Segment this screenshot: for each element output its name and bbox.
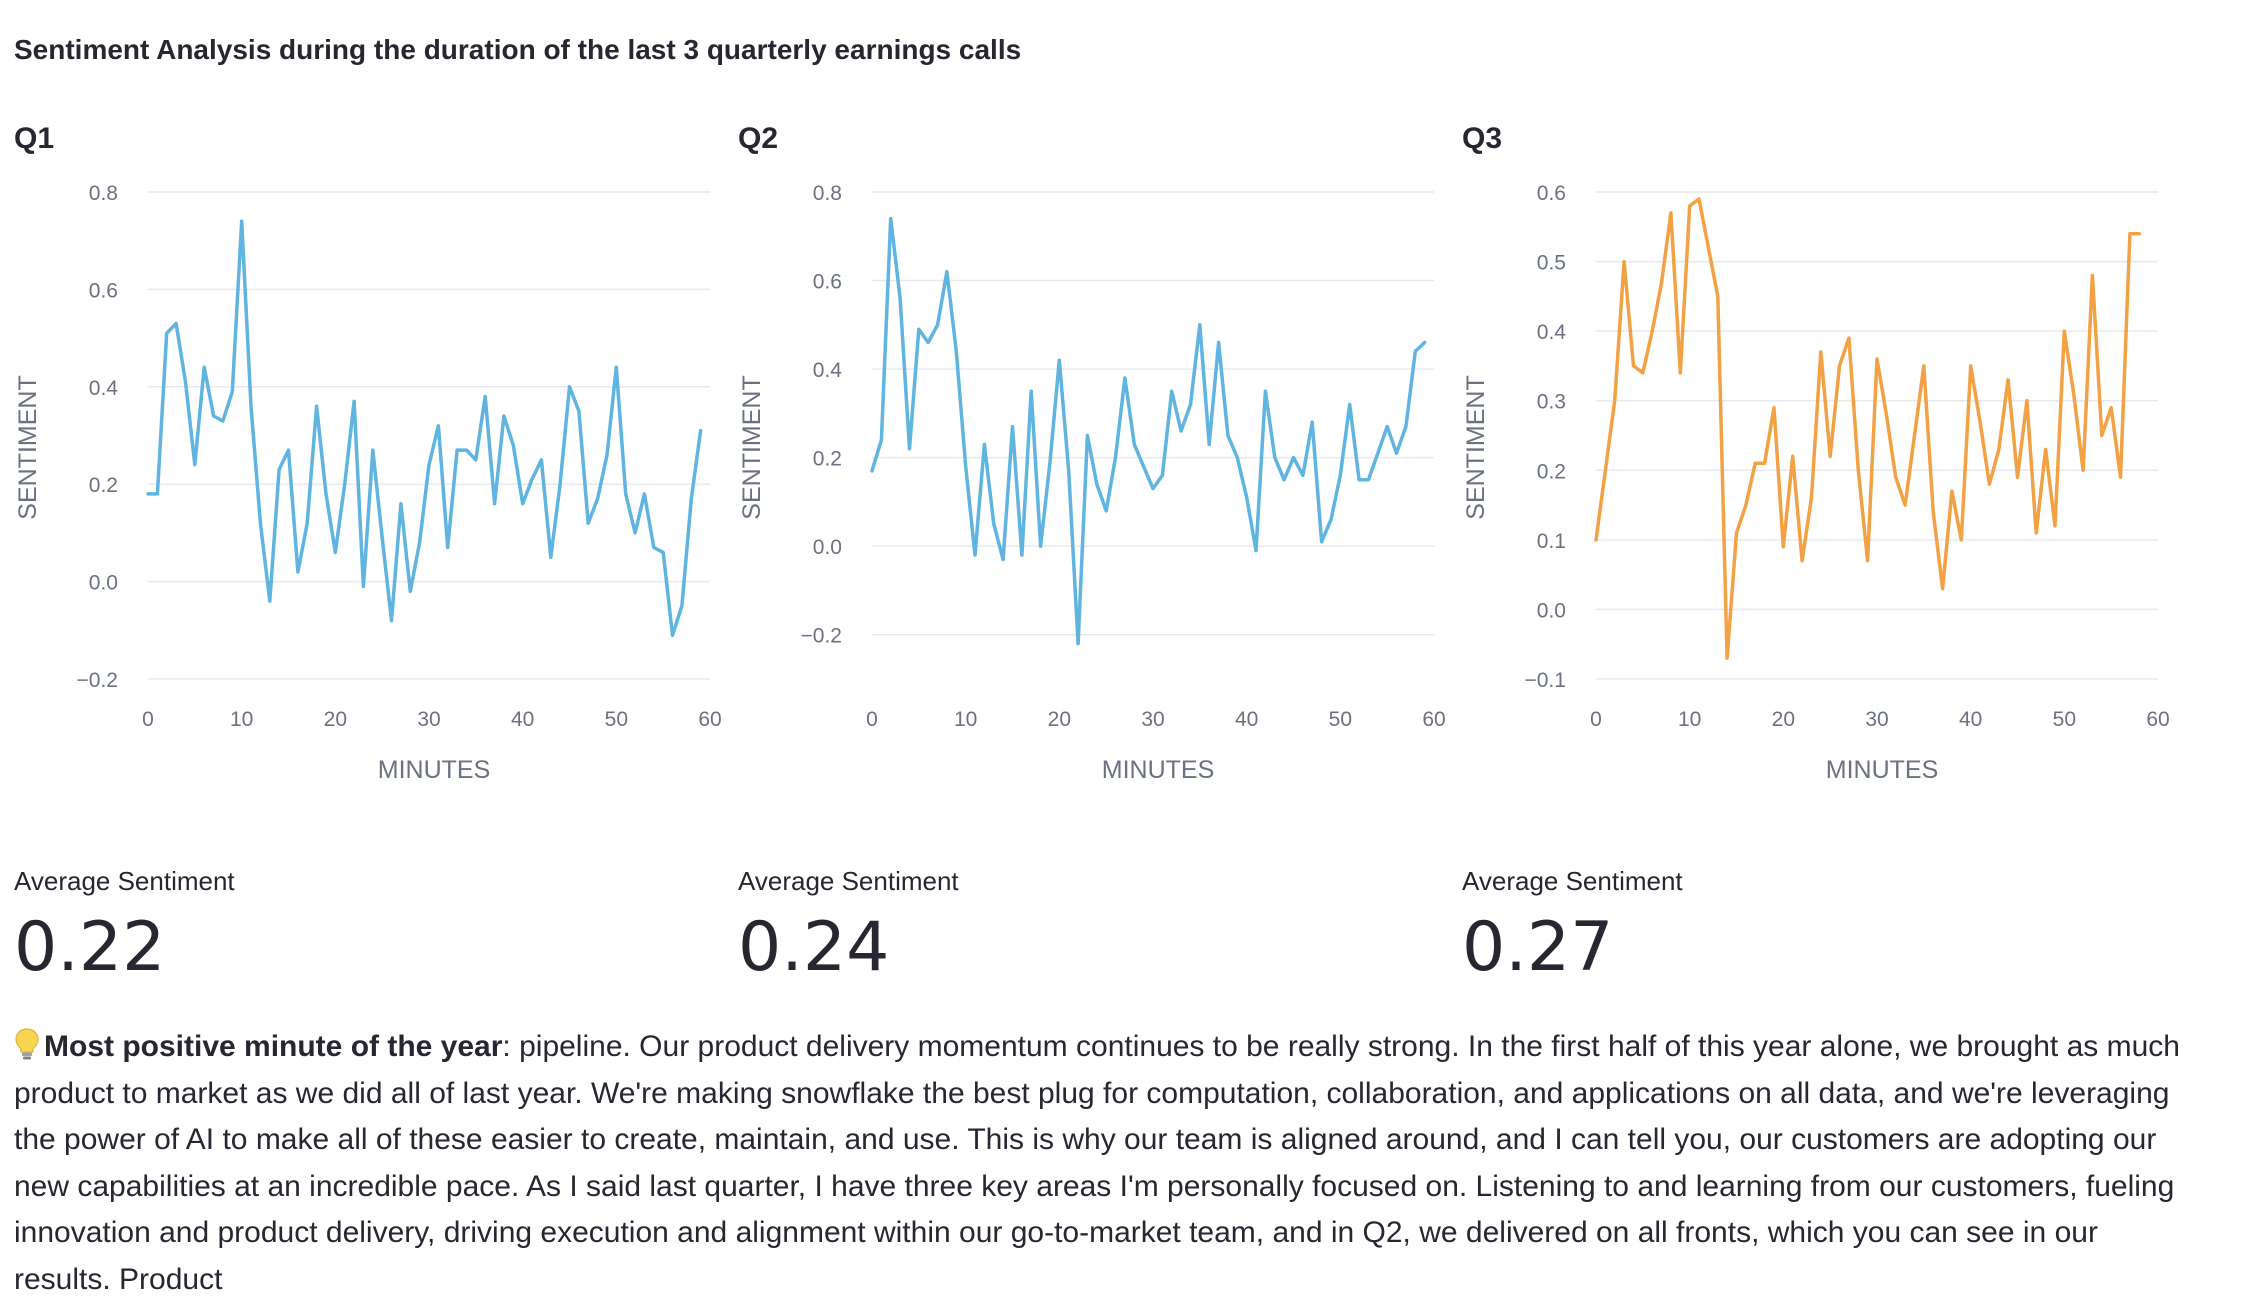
x-tick-label: 30 <box>1865 708 1888 731</box>
x-tick-label: 60 <box>1422 708 1445 731</box>
x-tick-label: 50 <box>2053 708 2076 731</box>
y-tick-label: 0.0 <box>89 572 118 595</box>
quarter-label: Q1 <box>14 122 55 155</box>
average-sentiment-value: 0.27 <box>1462 908 1614 987</box>
y-tick-label: 0.4 <box>1537 321 1567 344</box>
sentiment-chart-q3: −0.1 0.0 0.1 0.2 0.3 0.4 0.5 0.6 0 10 20 30 40 50 60 MI… <box>1462 182 2170 784</box>
y-tick-label: 0.6 <box>813 271 842 294</box>
x-tick-label: 60 <box>2146 708 2169 731</box>
y-tick-label: 0.0 <box>813 536 842 559</box>
x-tick-label: 60 <box>698 708 721 731</box>
y-tick-label: 0.4 <box>813 359 843 382</box>
sentiment-chart-q2: −0.2 0.0 0.2 0.4 0.6 0.8 0 10 20 30 40 50 60 MINUTES S… <box>738 182 1446 784</box>
y-tick-label: 0.2 <box>89 474 118 497</box>
x-tick-label: 10 <box>230 708 253 731</box>
y-axis-label: SENTIMENT <box>14 375 42 519</box>
x-tick-label: 50 <box>1329 708 1352 731</box>
page-title: Sentiment Analysis during the duration o… <box>14 34 1022 65</box>
y-tick-label: 0.6 <box>89 279 118 302</box>
lightbulb-icon <box>14 1024 44 1071</box>
x-tick-label: 20 <box>1772 708 1795 731</box>
sentiment-series-line <box>1594 197 2142 660</box>
y-tick-label: 0.5 <box>1537 252 1566 275</box>
x-tick-label: 40 <box>511 708 534 731</box>
x-tick-label: 0 <box>142 708 154 731</box>
sentiment-chart-q1: −0.2 0.0 0.2 0.4 0.6 0.8 0 10 20 30 40 50 60 MINUTES S… <box>14 182 722 784</box>
insight-text: : pipeline. Our product delivery momentu… <box>14 1030 2180 1296</box>
chart-panel-q3: Q3 −0.1 0.0 0.1 0.2 0.3 0.4 0.5 0.6 0 10 20 30 40 50 6… <box>1462 118 2182 998</box>
average-sentiment-label: Average Sentiment <box>1462 866 1683 896</box>
y-tick-label: 0.8 <box>813 182 842 205</box>
x-axis-label: MINUTES <box>1102 756 1215 784</box>
x-axis-label: MINUTES <box>378 756 491 784</box>
insight-heading: Most positive minute of the year <box>44 1030 503 1063</box>
quarter-label: Q3 <box>1462 122 1503 155</box>
y-tick-label: −0.2 <box>77 669 118 692</box>
x-tick-label: 40 <box>1959 708 1982 731</box>
quarter-label: Q2 <box>738 122 779 155</box>
y-tick-label: 0.4 <box>89 377 119 400</box>
sentiment-series-line <box>870 216 1427 646</box>
x-tick-label: 0 <box>1590 708 1602 731</box>
chart-panel-q2: Q2 −0.2 0.0 0.2 0.4 0.6 0.8 0 10 20 30 40 50 60 MINUT… <box>738 118 1458 998</box>
y-tick-label: 0.0 <box>1537 599 1566 622</box>
x-tick-label: 50 <box>605 708 628 731</box>
x-tick-label: 30 <box>417 708 440 731</box>
average-sentiment-label: Average Sentiment <box>14 866 235 896</box>
y-tick-label: 0.6 <box>1537 182 1566 205</box>
x-tick-label: 40 <box>1235 708 1258 731</box>
y-tick-label: 0.2 <box>813 448 842 471</box>
y-tick-label: 0.8 <box>89 182 118 205</box>
x-tick-label: 20 <box>324 708 347 731</box>
y-axis-label: SENTIMENT <box>1462 375 1490 519</box>
y-tick-label: −0.2 <box>801 625 842 648</box>
most-positive-minute-insight: Most positive minute of the year: pipeli… <box>14 1024 2194 1303</box>
x-tick-label: 0 <box>866 708 878 731</box>
chart-panel-q1: Q1 −0.2 0.0 0.2 0.4 0.6 0.8 0 10 20 30 40 50 60 MINUT… <box>14 118 734 998</box>
y-axis-label: SENTIMENT <box>738 375 766 519</box>
x-tick-label: 10 <box>1678 708 1701 731</box>
y-tick-label: 0.1 <box>1537 530 1566 553</box>
sentiment-series-line <box>146 219 703 637</box>
y-tick-label: 0.2 <box>1537 460 1566 483</box>
x-tick-label: 20 <box>1048 708 1071 731</box>
x-axis-label: MINUTES <box>1826 756 1939 784</box>
y-tick-label: −0.1 <box>1525 669 1566 692</box>
x-tick-label: 30 <box>1141 708 1164 731</box>
x-tick-label: 10 <box>954 708 977 731</box>
average-sentiment-value: 0.24 <box>738 908 890 987</box>
average-sentiment-label: Average Sentiment <box>738 866 959 896</box>
y-tick-label: 0.3 <box>1537 391 1566 414</box>
average-sentiment-value: 0.22 <box>14 908 166 987</box>
